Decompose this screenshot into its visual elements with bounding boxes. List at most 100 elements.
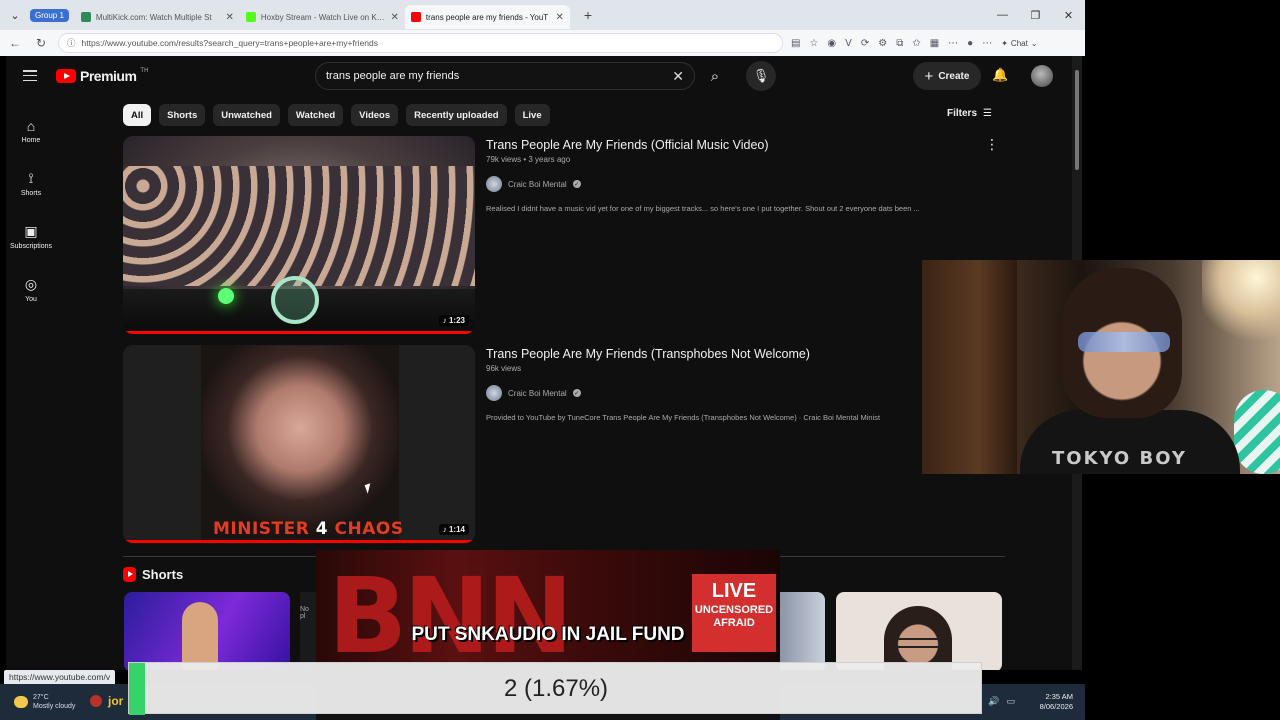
uncensored-text: UNCENSORED: [694, 604, 774, 616]
favorites-icon[interactable]: ✩: [912, 38, 920, 49]
video-thumbnail[interactable]: ♪ 1:23: [123, 136, 475, 334]
microphone-icon[interactable]: 🎙: [746, 61, 776, 91]
reload-icon[interactable]: ↻: [32, 36, 50, 50]
tab-kick-stream[interactable]: Hoxby Stream - Watch Live on Kick ✕: [240, 5, 405, 29]
shorts-heading-text: Shorts: [142, 567, 184, 582]
close-tab-icon[interactable]: ✕: [391, 12, 399, 23]
tab-multikick[interactable]: MultiKick.com: Watch Multiple St ✕: [75, 5, 240, 29]
link-status-bar: https://www.youtube.com/v: [4, 670, 116, 684]
tab-group-pill[interactable]: Group 1: [30, 8, 69, 22]
split-screen-icon[interactable]: ⧉: [896, 38, 903, 49]
chip-videos[interactable]: Videos: [351, 104, 399, 126]
duration-badge: ♪ 1:23: [438, 315, 469, 326]
back-icon[interactable]: ←: [6, 36, 24, 50]
shorts-icon: ⟟: [28, 170, 34, 186]
chip-all[interactable]: All: [123, 104, 152, 126]
sidebar-item-home[interactable]: ⌂ Home: [6, 104, 56, 157]
site-info-icon[interactable]: ⓘ: [67, 37, 76, 49]
channel-row[interactable]: Craic Boi Mental ✓: [486, 176, 986, 192]
tab-list-icon[interactable]: ⌄: [0, 0, 30, 30]
menu-icon[interactable]: [23, 70, 37, 81]
video-description: Provided to YouTube by TuneCore Trans Pe…: [486, 413, 881, 422]
window-controls: — ❐ ✕: [986, 0, 1085, 30]
speaker-icon[interactable]: 🔊: [988, 696, 999, 707]
duration-text: 1:23: [448, 316, 465, 325]
scrollbar-thumb[interactable]: [1075, 70, 1079, 170]
video-result[interactable]: ♪ 1:23 Trans People Are My Friends (Offi…: [123, 136, 999, 334]
taskbar-app[interactable]: jor: [90, 694, 123, 708]
tab-youtube[interactable]: trans people are my friends - YouT ✕: [404, 5, 570, 29]
more-icon[interactable]: ⋯: [982, 38, 992, 49]
verified-check-icon: ✓: [572, 389, 581, 397]
short-thumbnail-fragment[interactable]: [779, 592, 825, 670]
app-icon: [90, 695, 102, 707]
restore-icon[interactable]: ❐: [1019, 9, 1052, 22]
video-thumbnail[interactable]: MINISTER 4 CHAOS ♪ 1:14: [123, 345, 475, 543]
sidebar-item-subscriptions[interactable]: ▣ Subscriptions: [6, 210, 56, 263]
caption-part: 4: [315, 519, 329, 539]
chip-watched[interactable]: Watched: [287, 104, 344, 126]
sidebar-item-label: Home: [21, 136, 41, 144]
short-thumbnail[interactable]: [124, 592, 290, 670]
multikick-favicon-icon: [80, 12, 91, 22]
filters-button[interactable]: Filters ☰: [947, 108, 992, 119]
sidebar-item-label: Subscriptions: [9, 242, 53, 250]
channel-name[interactable]: Craic Boi Mental: [508, 180, 567, 189]
video-title[interactable]: Trans People Are My Friends (Transphobes…: [486, 345, 986, 363]
search-input[interactable]: trans people are my friends ✕: [315, 62, 695, 90]
chip-shorts[interactable]: Shorts: [159, 104, 206, 126]
chip-live[interactable]: Live: [514, 104, 550, 126]
battery-icon[interactable]: ▭: [1006, 696, 1015, 707]
reader-mode-icon[interactable]: ▤: [791, 38, 800, 49]
account-avatar[interactable]: [1031, 65, 1053, 87]
close-window-icon[interactable]: ✕: [1052, 9, 1085, 22]
new-tab-button[interactable]: +: [576, 7, 600, 23]
tab-title: Hoxby Stream - Watch Live on Kick: [260, 12, 386, 22]
youtube-favicon-icon: [410, 12, 421, 22]
extension-v-icon[interactable]: V: [845, 38, 852, 49]
copilot-chat-button[interactable]: ✦ Chat ⌄: [1001, 39, 1037, 48]
video-result[interactable]: MINISTER 4 CHAOS ♪ 1:14 Trans People Are…: [123, 345, 993, 543]
search-icon[interactable]: ⌕: [699, 62, 731, 90]
url-field[interactable]: ⓘ https://www.youtube.com/results?search…: [58, 33, 783, 53]
collections-icon[interactable]: ▦: [930, 38, 939, 49]
home-icon: ⌂: [26, 117, 36, 134]
duration-text: 1:14: [448, 525, 465, 534]
screen: ⌄ Group 1 MultiKick.com: Watch Multiple …: [0, 0, 1280, 720]
weather-text: 27°C Mostly cloudy: [33, 693, 75, 711]
create-button[interactable]: + Create: [913, 62, 981, 90]
weather-widget[interactable]: 27°C Mostly cloudy: [14, 693, 75, 711]
clear-search-icon[interactable]: ✕: [672, 68, 684, 85]
chip-unwatched[interactable]: Unwatched: [213, 104, 280, 126]
short-thumbnail[interactable]: [836, 592, 1002, 670]
channel-avatar[interactable]: [486, 176, 502, 192]
youtube-logo[interactable]: Premium TH: [56, 68, 148, 84]
channel-row[interactable]: Craic Boi Mental ✓: [486, 385, 986, 401]
glow-ring: [271, 276, 319, 324]
clock-date: 8/06/2026: [1039, 702, 1073, 711]
chip-recently-uploaded[interactable]: Recently uploaded: [406, 104, 507, 126]
extension-refresh-icon[interactable]: ⟳: [861, 38, 869, 49]
minimize-icon[interactable]: —: [986, 9, 1019, 21]
channel-name[interactable]: Craic Boi Mental: [508, 389, 567, 398]
taskbar-clock[interactable]: 2:35 AM 8/06/2026: [1040, 692, 1073, 712]
temperature: 27°C: [33, 694, 49, 701]
extensions-icon[interactable]: ⚙: [878, 38, 887, 49]
sidebar-item-shorts[interactable]: ⟟ Shorts: [6, 157, 56, 210]
video-title[interactable]: Trans People Are My Friends (Official Mu…: [486, 136, 986, 154]
favorite-star-icon[interactable]: ☆: [809, 38, 818, 49]
profile-icon[interactable]: ●: [967, 38, 973, 49]
video-views-age: 79k views • 3 years ago: [486, 155, 571, 164]
sunglasses: [1078, 332, 1170, 352]
close-tab-icon[interactable]: ✕: [556, 12, 564, 23]
more-actions-icon[interactable]: ⋮: [985, 136, 999, 153]
clock-time: 2:35 AM: [1045, 692, 1073, 701]
notifications-bell-icon[interactable]: 🔔: [992, 67, 1008, 83]
extension-icon[interactable]: ◉: [827, 38, 836, 49]
logo-text: Premium: [80, 68, 137, 84]
channel-avatar[interactable]: [486, 385, 502, 401]
close-tab-icon[interactable]: ✕: [226, 12, 234, 23]
filter-chips: All Shorts Unwatched Watched Videos Rece…: [123, 104, 550, 126]
more-options-icon[interactable]: ⋯: [948, 38, 958, 49]
sidebar-item-you[interactable]: ◎ You: [6, 263, 56, 316]
